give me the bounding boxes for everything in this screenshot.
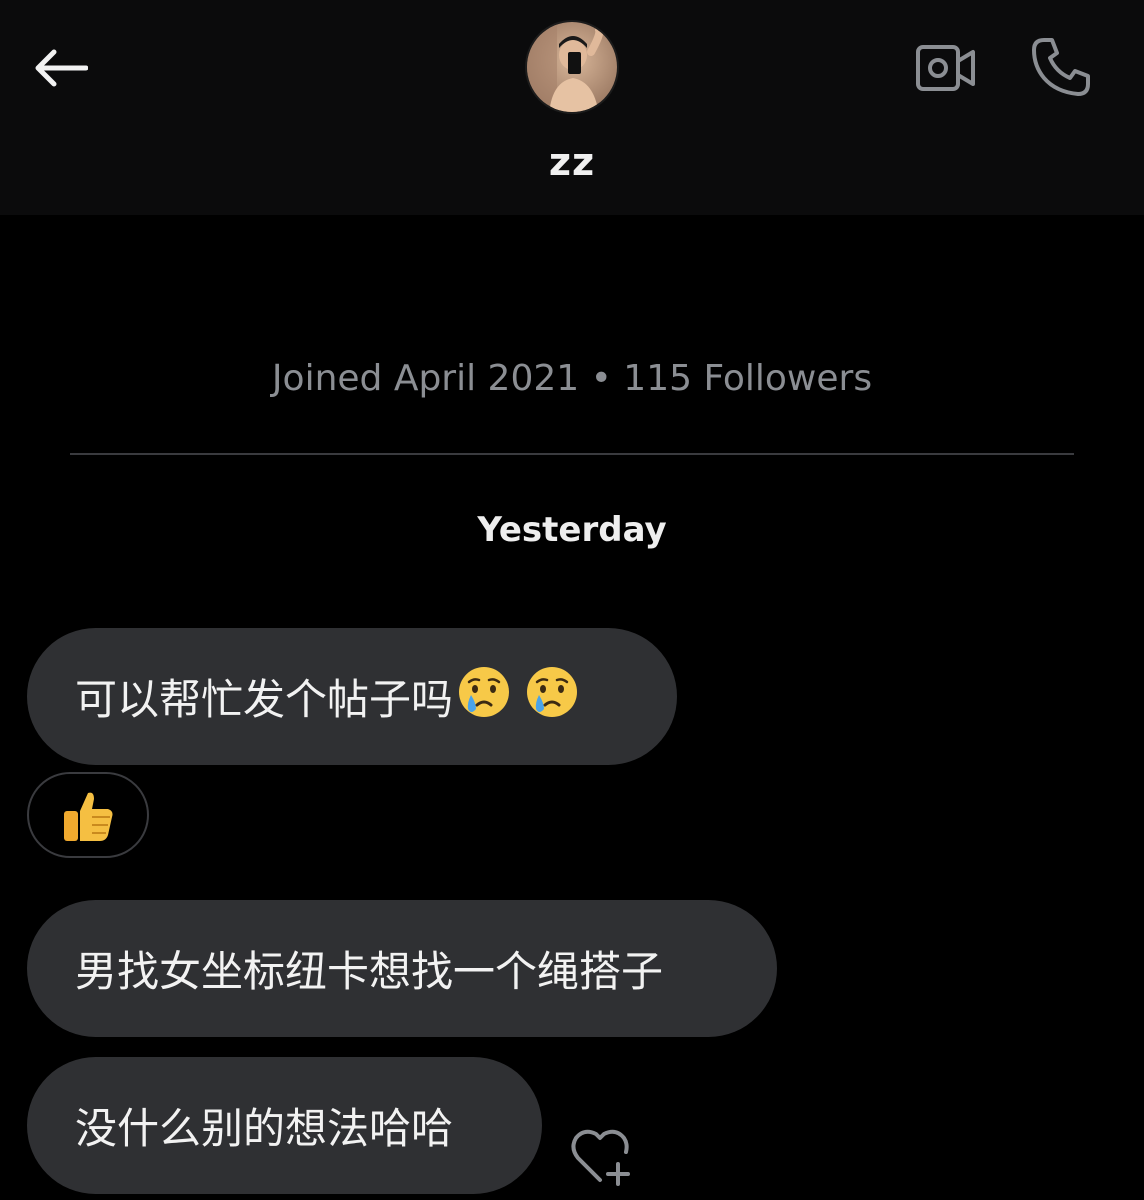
reaction-badge[interactable] bbox=[27, 772, 149, 858]
divider bbox=[70, 453, 1074, 455]
back-arrow-icon bbox=[35, 49, 88, 87]
add-reaction-button[interactable] bbox=[566, 1126, 638, 1190]
message-text: 没什么别的想法哈哈 bbox=[75, 1104, 454, 1153]
heart-add-icon bbox=[571, 1129, 630, 1186]
message-bubble[interactable]: 没什么别的想法哈哈 bbox=[27, 1057, 542, 1194]
thumbs-up-icon bbox=[64, 792, 113, 841]
date-separator: Yesterday bbox=[477, 510, 667, 550]
video-call-icon bbox=[916, 45, 975, 91]
avatar-photo bbox=[527, 22, 617, 112]
back-button[interactable] bbox=[28, 40, 92, 96]
voice-call-button[interactable] bbox=[1024, 32, 1098, 102]
display-name: zz bbox=[548, 140, 596, 184]
conversation-header: zz bbox=[0, 0, 1144, 215]
profile-meta: Joined April 2021 • 115 Followers bbox=[271, 358, 873, 399]
message-bubble[interactable]: 男找女坐标纽卡想找一个绳搭子 bbox=[27, 900, 777, 1037]
message-text: 男找女坐标纽卡想找一个绳搭子 bbox=[75, 947, 664, 996]
phone-icon bbox=[1032, 38, 1090, 96]
video-call-button[interactable] bbox=[910, 38, 982, 98]
crying-face-icon bbox=[457, 665, 511, 729]
avatar[interactable] bbox=[525, 20, 619, 114]
message-bubble[interactable]: 可以帮忙发个帖子吗 bbox=[27, 628, 677, 765]
crying-face-icon bbox=[525, 665, 579, 729]
message-text: 可以帮忙发个帖子吗 bbox=[75, 675, 454, 724]
